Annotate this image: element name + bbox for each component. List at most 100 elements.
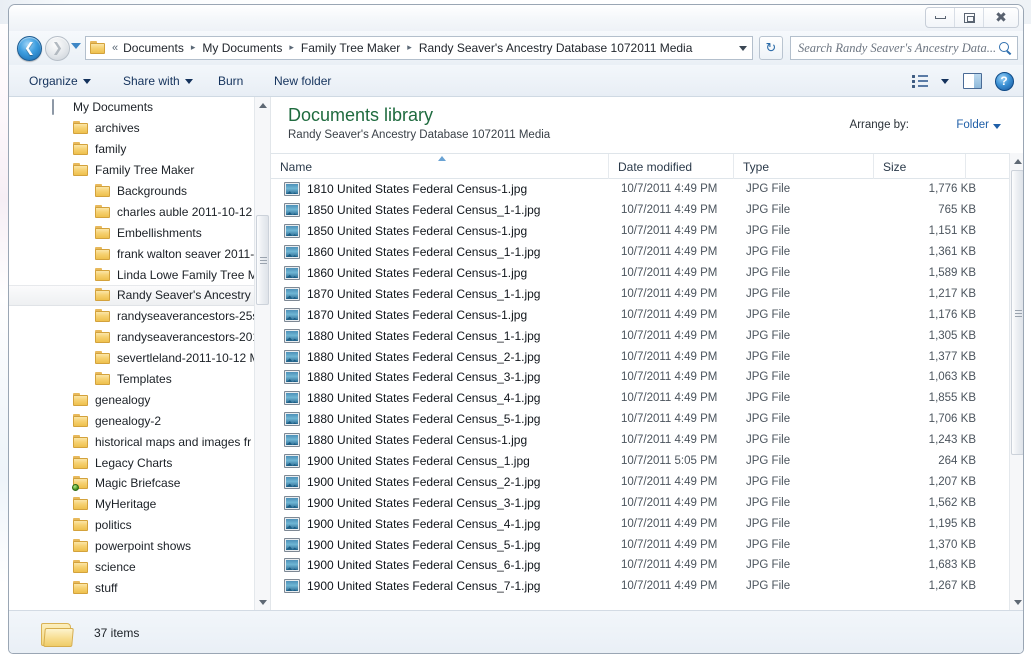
table-row[interactable]: 1880 United States Federal Census_4-1.jp… xyxy=(271,388,1009,409)
table-row[interactable]: 1860 United States Federal Census_1-1.jp… xyxy=(271,242,1009,263)
table-row[interactable]: 1900 United States Federal Census_1.jpg 1… xyxy=(271,451,1009,472)
recent-pages-chevron-down-icon[interactable] xyxy=(71,43,81,49)
sidebar-item-frank-walton-seaver-2011-10[interactable]: frank walton seaver 2011-10 xyxy=(9,243,270,264)
folder-icon xyxy=(73,392,89,407)
file-type-cell: JPG File xyxy=(746,204,791,217)
new-folder-button[interactable]: New folder xyxy=(266,69,339,93)
file-date-cell: 10/7/2011 4:49 PM xyxy=(621,225,718,238)
table-row[interactable]: 1900 United States Federal Census_7-1.jp… xyxy=(271,576,1009,597)
sidebar-item-genealogy-2[interactable]: genealogy-2 xyxy=(9,410,270,431)
sidebar-item-templates[interactable]: Templates xyxy=(9,369,270,390)
sidebar-item-linda-lowe-family-tree-me[interactable]: Linda Lowe Family Tree Me xyxy=(9,264,270,285)
sidebar-item-myheritage[interactable]: MyHeritage xyxy=(9,494,270,515)
sidebar-item-powerpoint-shows[interactable]: powerpoint shows xyxy=(9,536,270,557)
table-row[interactable]: 1870 United States Federal Census_1-1.jp… xyxy=(271,283,1009,304)
file-date-cell: 10/7/2011 4:49 PM xyxy=(621,371,718,384)
file-date-cell: 10/7/2011 4:49 PM xyxy=(621,392,718,405)
table-row[interactable]: 1900 United States Federal Census_4-1.jp… xyxy=(271,513,1009,534)
back-button[interactable]: ❮ xyxy=(17,36,42,61)
sidebar-item-science[interactable]: science xyxy=(9,557,270,578)
sidebar-item-family[interactable]: family xyxy=(9,139,270,160)
table-row[interactable]: 1900 United States Federal Census_3-1.jp… xyxy=(271,492,1009,513)
table-row[interactable]: 1900 United States Federal Census_6-1.jp… xyxy=(271,555,1009,576)
sidebar-item-backgrounds[interactable]: Backgrounds xyxy=(9,181,270,202)
help-button[interactable]: ? xyxy=(989,68,1019,94)
navigation-pane-scrollbar[interactable] xyxy=(254,97,270,610)
scroll-down-button[interactable] xyxy=(255,594,270,610)
file-type-cell: JPG File xyxy=(746,392,791,405)
chevron-down-icon[interactable] xyxy=(993,124,1001,129)
breadcrumb-family-tree-maker[interactable]: Family Tree Maker xyxy=(299,39,402,57)
table-row[interactable]: 1880 United States Federal Census-1.jpg 1… xyxy=(271,430,1009,451)
table-row[interactable]: 1880 United States Federal Census_3-1.jp… xyxy=(271,367,1009,388)
table-row[interactable]: 1880 United States Federal Census_1-1.jp… xyxy=(271,325,1009,346)
restore-button[interactable] xyxy=(955,8,984,27)
search-box[interactable] xyxy=(790,36,1018,60)
address-bar[interactable]: « Documents ▸ My Documents ▸ Family Tree… xyxy=(85,36,753,60)
sidebar-item-politics[interactable]: politics xyxy=(9,515,270,536)
sidebar-item-embellishments[interactable]: Embellishments xyxy=(9,222,270,243)
view-dropdown-button[interactable] xyxy=(935,68,955,94)
sidebar-item-magic-briefcase[interactable]: Magic Briefcase xyxy=(9,473,270,494)
breadcrumb-my-documents[interactable]: My Documents xyxy=(200,39,284,57)
file-type-cell: JPG File xyxy=(746,475,791,488)
sidebar-item-stuff[interactable]: stuff xyxy=(9,577,270,598)
forward-button[interactable]: ❯ xyxy=(45,36,70,61)
table-row[interactable]: 1880 United States Federal Census_5-1.jp… xyxy=(271,409,1009,430)
sidebar-item-randyseaverancestors-25sep[interactable]: randyseaverancestors-25sep xyxy=(9,306,270,327)
arrange-by-value[interactable]: Folder xyxy=(956,119,989,131)
jpg-file-icon xyxy=(284,433,300,448)
sidebar-item-genealogy[interactable]: genealogy xyxy=(9,389,270,410)
file-name-cell: 1880 United States Federal Census-1.jpg xyxy=(307,433,528,448)
jpg-file-icon xyxy=(284,224,300,239)
organize-button[interactable]: Organize xyxy=(21,69,99,93)
file-list-scroll-thumb[interactable] xyxy=(1011,170,1023,455)
close-button[interactable]: ✖ xyxy=(984,8,1018,27)
table-row[interactable]: 1880 United States Federal Census_2-1.jp… xyxy=(271,346,1009,367)
column-header-type[interactable]: Type xyxy=(734,154,874,179)
file-date-cell: 10/7/2011 4:49 PM xyxy=(621,204,718,217)
scroll-up-button[interactable] xyxy=(1010,153,1023,169)
jpg-file-icon xyxy=(284,474,300,489)
change-view-button[interactable] xyxy=(905,68,935,94)
table-row[interactable]: 1860 United States Federal Census-1.jpg 1… xyxy=(271,263,1009,284)
table-row[interactable]: 1850 United States Federal Census_1-1.jp… xyxy=(271,200,1009,221)
sidebar-item-family-tree-maker[interactable]: Family Tree Maker xyxy=(9,160,270,181)
column-header-date-modified[interactable]: Date modified xyxy=(609,154,734,179)
refresh-button[interactable]: ↻ xyxy=(759,36,783,60)
sidebar-item-legacy-charts[interactable]: Legacy Charts xyxy=(9,452,270,473)
table-row[interactable]: 1850 United States Federal Census-1.jpg 1… xyxy=(271,221,1009,242)
table-row[interactable]: 1900 United States Federal Census_5-1.jp… xyxy=(271,534,1009,555)
sidebar-item-severtleland-2011-10-12-me[interactable]: severtleland-2011-10-12 Me xyxy=(9,348,270,369)
sidebar-item-my-documents[interactable]: My Documents xyxy=(9,97,270,118)
search-input[interactable] xyxy=(798,40,998,56)
table-row[interactable]: 1900 United States Federal Census_2-1.jp… xyxy=(271,471,1009,492)
sidebar-item-label: randyseaverancestors-25sep xyxy=(117,309,271,324)
folder-icon xyxy=(95,309,111,323)
breadcrumb-overflow-icon[interactable]: « xyxy=(109,42,121,54)
folder-tree: My Documents archives family Family Tree Ma… xyxy=(9,97,270,598)
sidebar-item-charles-auble-2011-10-12-m[interactable]: charles auble 2011-10-12 M xyxy=(9,201,270,222)
file-list-scrollbar[interactable] xyxy=(1009,153,1023,610)
jpg-file-icon xyxy=(284,391,300,406)
scroll-up-button[interactable] xyxy=(255,97,270,113)
navigation-pane-scroll-thumb[interactable] xyxy=(256,215,269,305)
jpg-file-icon xyxy=(284,203,300,218)
sidebar-item-randy-seaver-s-ancestry-da[interactable]: Randy Seaver's Ancestry Da xyxy=(9,285,270,306)
jpg-file-icon xyxy=(284,370,300,385)
table-row[interactable]: 1870 United States Federal Census-1.jpg 1… xyxy=(271,304,1009,325)
preview-pane-button[interactable] xyxy=(955,68,989,94)
table-row[interactable]: 1810 United States Federal Census-1.jpg 1… xyxy=(271,179,1009,200)
minimize-button[interactable] xyxy=(926,8,955,27)
search-icon[interactable] xyxy=(998,41,1013,56)
burn-button[interactable]: Burn xyxy=(210,69,251,93)
breadcrumb-current-folder[interactable]: Randy Seaver's Ancestry Database 1072011… xyxy=(417,39,695,57)
breadcrumb-documents[interactable]: Documents xyxy=(121,39,186,57)
sidebar-item-historical-maps-and-images-fr[interactable]: historical maps and images fr xyxy=(9,431,270,452)
sidebar-item-archives[interactable]: archives xyxy=(9,118,270,139)
address-dropdown-chevron-down-icon[interactable] xyxy=(734,37,752,59)
scroll-down-button[interactable] xyxy=(1010,594,1023,610)
column-header-size[interactable]: Size xyxy=(874,154,966,179)
sidebar-item-randyseaverancestors-2011[interactable]: randyseaverancestors-2011- xyxy=(9,327,270,348)
share-with-button[interactable]: Share with xyxy=(115,69,201,93)
